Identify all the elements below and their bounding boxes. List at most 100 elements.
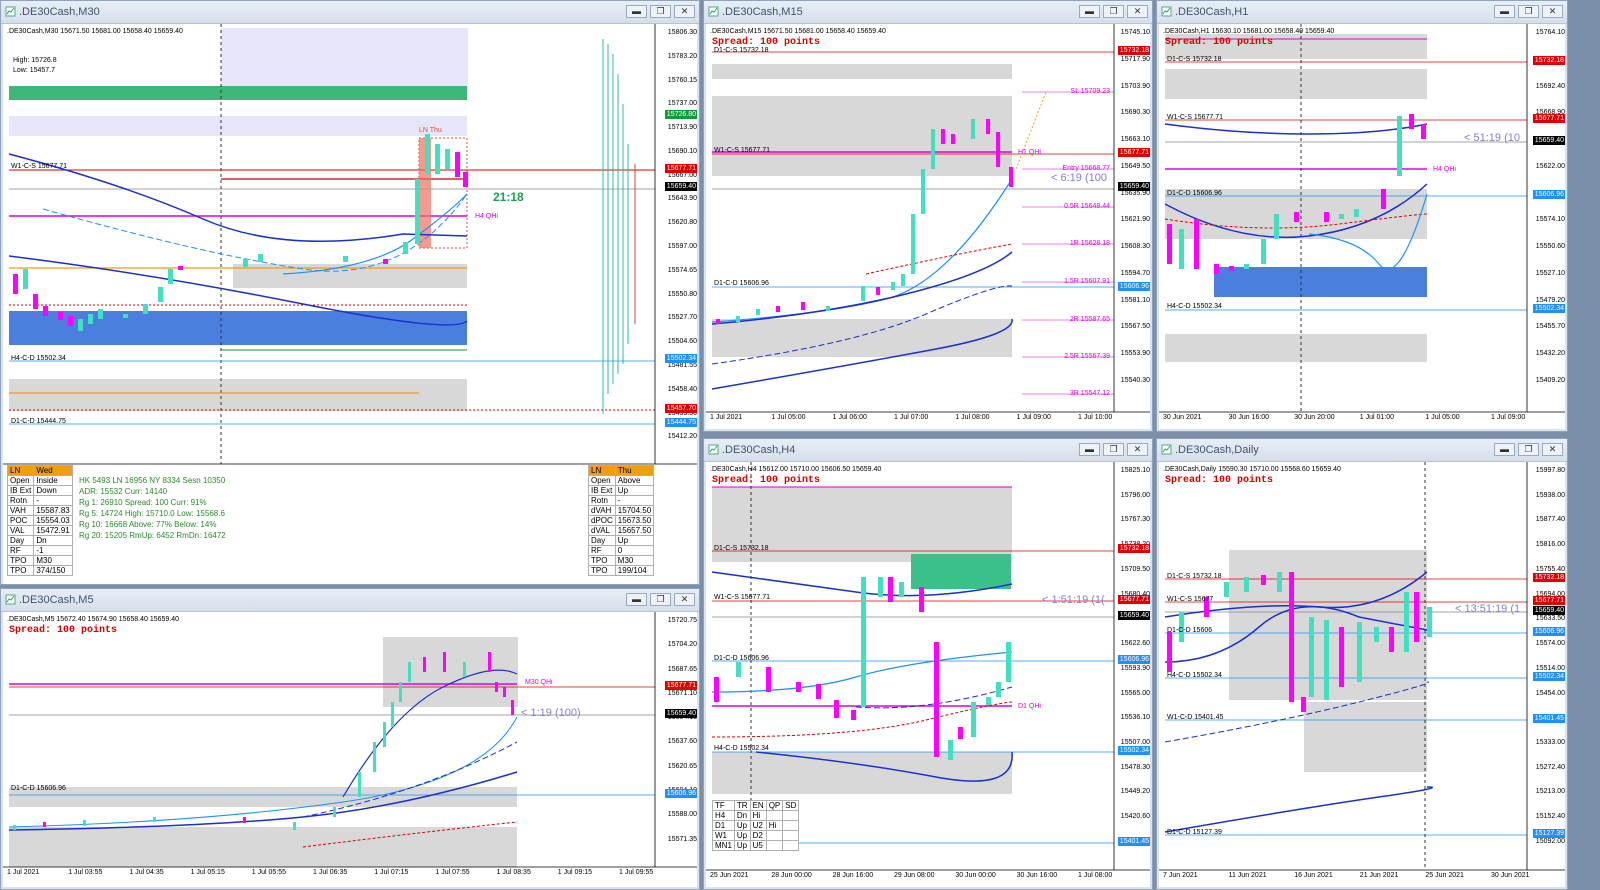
d1cd-label: D1-C-D 15606.96 <box>714 280 769 287</box>
close-button[interactable]: ✕ <box>1542 443 1563 456</box>
restore-button[interactable]: ❐ <box>1518 443 1539 456</box>
close-button[interactable]: ✕ <box>674 5 695 18</box>
close-button[interactable]: ✕ <box>1542 5 1563 18</box>
time-axis: 1 Jul 2021 1 Jul 03:55 1 Jul 04:35 1 Jul 05… <box>3 869 655 883</box>
time-tick: 1 Jul 07:15 <box>374 869 409 876</box>
table-cell: EN <box>749 800 767 811</box>
d1cd-label: D1-C-D 15606.96 <box>1167 190 1222 197</box>
risk-level-label: 1.5R 15607.91 <box>1064 278 1110 285</box>
minimize-button[interactable]: ▬ <box>626 5 647 18</box>
table-cell: POC <box>6 515 35 526</box>
minimize-button[interactable]: ▬ <box>1494 5 1515 18</box>
price-marker: 15606.96 <box>1117 655 1150 664</box>
table-row: LN Wed <box>6 465 73 476</box>
spread-label: Spread: 100 points <box>1165 475 1274 486</box>
table-cell: Up <box>614 485 655 496</box>
chart-m30[interactable]: .DE30Cash,M30 15671.50 15681.00 15658.40… <box>3 24 697 584</box>
table-cell: 0 <box>614 545 655 556</box>
table-cell: Down <box>33 485 73 496</box>
titlebar[interactable]: .DE30Cash,M15 ▬ ❐ ✕ <box>704 1 1152 24</box>
m30qhi-label: M30 QHi <box>525 679 553 686</box>
table-cell: D2 <box>749 830 767 841</box>
table-cell: 15472.91 <box>33 525 73 536</box>
price-tick: 15540.30 <box>1120 376 1150 384</box>
price-tick: 15692.40 <box>1535 82 1565 90</box>
chart-icon <box>5 594 16 605</box>
table-cell <box>765 840 784 851</box>
risk-level-label: 2R 15587.65 <box>1069 316 1110 323</box>
table-row: dPOC 15673.50 <box>588 515 655 526</box>
titlebar[interactable]: .DE30Cash,H1 ▬ ❐ ✕ <box>1157 1 1567 24</box>
time-tick: 30 Jun 16:00 <box>1016 872 1058 879</box>
chart-m15[interactable]: .DE30Cash,M15 15671.50 15681.00 15658.40… <box>706 24 1150 429</box>
price-tick: 15574.65 <box>667 266 697 274</box>
table-cell: IB Ext <box>588 485 616 496</box>
table-cell: QP <box>765 800 784 811</box>
chart-icon <box>708 6 719 17</box>
price-tick: 15272.40 <box>1535 763 1565 771</box>
window-daily: .DE30Cash,Daily ▬ ❐ ✕ .DE30Cash,Daily 15… <box>1156 438 1568 890</box>
price-marker: 15502.34 <box>664 354 697 363</box>
chart-header: .DE30Cash,Daily 15590.30 15710.00 15568.… <box>1163 466 1341 473</box>
close-button[interactable]: ✕ <box>1127 5 1148 18</box>
chart-h1[interactable]: .DE30Cash,H1 15630.10 15681.00 15658.40 … <box>1159 24 1565 429</box>
price-marker: 15659.40 <box>1117 182 1150 191</box>
price-marker: 15502.34 <box>1532 304 1565 313</box>
price-tick: 15574.10 <box>1535 216 1565 224</box>
chart-icon <box>1161 6 1172 17</box>
price-tick: 15997.80 <box>1535 467 1565 474</box>
table-row: Rotn - <box>6 495 73 506</box>
table-cell: Up <box>733 820 751 831</box>
minimize-button[interactable]: ▬ <box>1494 443 1515 456</box>
table-cell: Hi <box>765 820 784 831</box>
restore-button[interactable]: ❐ <box>1103 443 1124 456</box>
time-tick: 1 Jul 2021 <box>710 414 743 421</box>
risk-level-label: 0.5R 15648.44 <box>1064 203 1110 210</box>
w1-label: W1-C-S 15677.71 <box>11 163 68 170</box>
price-axis: 15720.7515704.2015687.6515671.1015654.15… <box>657 612 697 867</box>
minimize-button[interactable]: ▬ <box>1079 5 1100 18</box>
price-marker: 15502.34 <box>1117 746 1150 755</box>
price-marker: 15677.71 <box>664 164 697 173</box>
price-axis: 15997.80 15938.00 15877.40 15816.00 15755.40… <box>1529 462 1565 870</box>
close-button[interactable]: ✕ <box>1127 443 1148 456</box>
close-button[interactable]: ✕ <box>674 593 695 606</box>
chart-m5[interactable]: .DE30Cash,M5 15672.40 15674.90 15658.40 … <box>3 612 697 887</box>
titlebar[interactable]: .DE30Cash,M30 ▬ ❐ ✕ <box>1 1 699 24</box>
restore-button[interactable]: ❐ <box>1103 5 1124 18</box>
price-tick: 15574.00 <box>1535 640 1565 648</box>
h4cd-label: H4-C-D 15502.34 <box>1167 303 1222 310</box>
table-row: TF TR EN QP SD <box>712 800 800 811</box>
price-tick: 15455.70 <box>1535 323 1565 331</box>
restore-button[interactable]: ❐ <box>1518 5 1539 18</box>
table-cell: - <box>33 495 73 506</box>
titlebar[interactable]: .DE30Cash,H4 ▬ ❐ ✕ <box>704 439 1152 462</box>
time-axis: 7 Jun 2021 11 Jun 2021 16 Jun 2021 21 Jun 2… <box>1159 872 1530 886</box>
minimize-button[interactable]: ▬ <box>1079 443 1100 456</box>
table-row: Open Inside <box>6 475 73 486</box>
window-h4: .DE30Cash,H4 ▬ ❐ ✕ .DE30Cash,H4 15612.00… <box>703 438 1153 890</box>
stat-line: Rg 5: 14724 High: 15710.0 Low: 15568.6 <box>79 509 225 518</box>
price-tick: 15565.00 <box>1120 689 1150 697</box>
titlebar[interactable]: .DE30Cash,Daily ▬ ❐ ✕ <box>1157 439 1567 462</box>
restore-button[interactable]: ❐ <box>650 593 671 606</box>
chart-h4[interactable]: .DE30Cash,H4 15612.00 15710.00 15606.50 … <box>706 462 1150 887</box>
price-tick: 15550.80 <box>667 290 697 298</box>
price-marker: 15444.75 <box>664 418 697 427</box>
table-row: LN Thu <box>588 465 655 476</box>
price-tick: 15687.65 <box>667 665 697 673</box>
time-tick: 1 Jul 10:00 <box>1078 414 1113 421</box>
table-cell: - <box>614 495 655 506</box>
chart-daily[interactable]: .DE30Cash,Daily 15590.30 15710.00 15568.… <box>1159 462 1565 887</box>
price-tick: 15633.50 <box>1535 615 1565 623</box>
table-row: D1 Up U2 Hi <box>712 820 800 831</box>
h4-label: H4-C-D 15502.34 <box>11 355 66 362</box>
time-tick: 25 Jun 2021 <box>1425 872 1464 879</box>
time-tick: 1 Jul 06:35 <box>313 869 348 876</box>
restore-button[interactable]: ❐ <box>650 5 671 18</box>
minimize-button[interactable]: ▬ <box>626 593 647 606</box>
titlebar[interactable]: .DE30Cash,M5 ▬ ❐ ✕ <box>1 589 699 612</box>
table-row: IB Ext Up <box>588 485 655 496</box>
price-tick: 15671.10 <box>667 689 697 697</box>
table-cell: -1 <box>33 545 73 556</box>
